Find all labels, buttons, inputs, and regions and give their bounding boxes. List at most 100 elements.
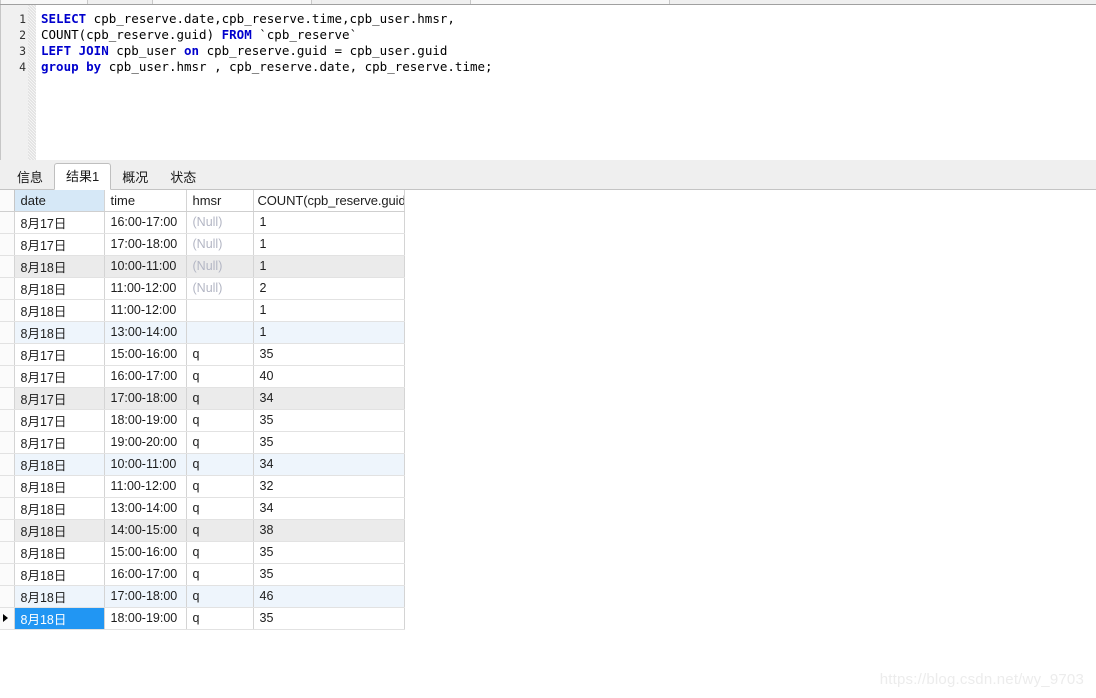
cell-hmsr[interactable]: q [186,365,254,388]
cell-count[interactable]: 34 [253,387,405,410]
cell-date[interactable]: 8月17日 [14,343,105,366]
cell-time[interactable]: 11:00-12:00 [104,299,187,322]
cell-count[interactable]: 38 [253,519,405,542]
cell-time[interactable]: 10:00-11:00 [104,255,187,278]
cell-hmsr[interactable]: q [186,519,254,542]
cell-date[interactable]: 8月17日 [14,387,105,410]
cell-date[interactable]: 8月17日 [14,233,105,256]
row-gutter-cell[interactable] [0,277,15,300]
result-tab-4[interactable]: 状态 [159,166,207,190]
table-row[interactable]: 8月18日 13:00-14:00 1 [0,321,405,344]
table-row[interactable]: 8月17日 16:00-17:00 (Null) 1 [0,211,405,234]
result-tab-2[interactable]: 结果1 [54,163,112,190]
cell-date[interactable]: 8月18日 [14,299,105,322]
cell-date[interactable]: 8月18日 [14,475,105,498]
table-row[interactable]: 8月17日 15:00-16:00 q 35 [0,343,405,366]
table-row[interactable]: 8月18日 11:00-12:00 q 32 [0,475,405,498]
cell-count[interactable]: 35 [253,541,405,564]
cell-date[interactable]: 8月18日 [14,497,105,520]
cell-time[interactable]: 13:00-14:00 [104,321,187,344]
table-row[interactable]: 8月17日 19:00-20:00 q 35 [0,431,405,454]
cell-time[interactable]: 11:00-12:00 [104,277,187,300]
table-row[interactable]: 8月18日 13:00-14:00 q 34 [0,497,405,520]
table-row[interactable]: 8月17日 18:00-19:00 q 35 [0,409,405,432]
row-gutter-cell[interactable] [0,387,15,410]
row-gutter-cell[interactable] [0,607,15,630]
table-row[interactable]: 8月18日 15:00-16:00 q 35 [0,541,405,564]
cell-time[interactable]: 17:00-18:00 [104,387,187,410]
cell-hmsr[interactable]: q [186,607,254,630]
row-gutter-cell[interactable] [0,431,15,454]
cell-time[interactable]: 17:00-18:00 [104,585,187,608]
cell-hmsr[interactable]: (Null) [186,211,254,234]
cell-time[interactable]: 10:00-11:00 [104,453,187,476]
cell-time[interactable]: 13:00-14:00 [104,497,187,520]
cell-count[interactable]: 34 [253,497,405,520]
cell-count[interactable]: 2 [253,277,405,300]
cell-time[interactable]: 19:00-20:00 [104,431,187,454]
cell-date[interactable]: 8月18日 [14,519,105,542]
table-row[interactable]: 8月18日 11:00-12:00 (Null) 2 [0,277,405,300]
table-row[interactable]: 8月18日 10:00-11:00 (Null) 1 [0,255,405,278]
table-row[interactable]: 8月17日 16:00-17:00 q 40 [0,365,405,388]
cell-count[interactable]: 40 [253,365,405,388]
result-grid-scroll-area[interactable]: date time hmsr COUNT(cpb_reserve.guid 8月17日… [0,190,1096,698]
row-gutter-cell[interactable] [0,519,15,542]
cell-hmsr[interactable]: (Null) [186,277,254,300]
table-row[interactable]: 8月18日 18:00-19:00 q 35 [0,607,405,630]
result-grid[interactable]: date time hmsr COUNT(cpb_reserve.guid 8月17日… [0,190,405,630]
cell-hmsr[interactable]: q [186,453,254,476]
cell-time[interactable]: 18:00-19:00 [104,607,187,630]
table-row[interactable]: 8月18日 10:00-11:00 q 34 [0,453,405,476]
cell-hmsr[interactable]: q [186,343,254,366]
row-gutter-cell[interactable] [0,541,15,564]
cell-count[interactable]: 1 [253,233,405,256]
row-gutter-cell[interactable] [0,233,15,256]
cell-count[interactable]: 32 [253,475,405,498]
table-row[interactable]: 8月17日 17:00-18:00 q 34 [0,387,405,410]
cell-date[interactable]: 8月18日 [14,541,105,564]
cell-date[interactable]: 8月18日 [14,321,105,344]
cell-date[interactable]: 8月17日 [14,409,105,432]
table-row[interactable]: 8月18日 11:00-12:00 1 [0,299,405,322]
row-gutter-cell[interactable] [0,563,15,586]
cell-count[interactable]: 35 [253,607,405,630]
column-header-date[interactable]: date [14,190,105,212]
cell-date[interactable]: 8月18日 [14,607,105,630]
table-row[interactable]: 8月18日 16:00-17:00 q 35 [0,563,405,586]
cell-count[interactable]: 46 [253,585,405,608]
row-gutter-cell[interactable] [0,497,15,520]
row-gutter-cell[interactable] [0,321,15,344]
cell-time[interactable]: 15:00-16:00 [104,343,187,366]
cell-hmsr[interactable]: q [186,475,254,498]
column-header-time[interactable]: time [104,190,187,212]
cell-count[interactable]: 1 [253,299,405,322]
cell-date[interactable]: 8月17日 [14,431,105,454]
cell-count[interactable]: 35 [253,343,405,366]
cell-date[interactable]: 8月18日 [14,255,105,278]
cell-hmsr[interactable]: q [186,387,254,410]
cell-time[interactable]: 18:00-19:00 [104,409,187,432]
cell-hmsr[interactable]: q [186,431,254,454]
cell-hmsr[interactable]: q [186,497,254,520]
row-gutter-cell[interactable] [0,585,15,608]
cell-count[interactable]: 35 [253,563,405,586]
cell-date[interactable]: 8月18日 [14,277,105,300]
cell-time[interactable]: 17:00-18:00 [104,233,187,256]
row-gutter-cell[interactable] [0,365,15,388]
row-gutter-cell[interactable] [0,211,15,234]
row-gutter-cell[interactable] [0,343,15,366]
sql-code-text[interactable]: SELECT cpb_reserve.date,cpb_reserve.time… [41,11,493,75]
cell-time[interactable]: 16:00-17:00 [104,365,187,388]
cell-count[interactable]: 1 [253,211,405,234]
cell-hmsr[interactable]: (Null) [186,255,254,278]
cell-hmsr[interactable] [186,321,254,344]
cell-date[interactable]: 8月18日 [14,453,105,476]
cell-time[interactable]: 16:00-17:00 [104,563,187,586]
cell-count[interactable]: 35 [253,431,405,454]
cell-date[interactable]: 8月18日 [14,585,105,608]
row-gutter-cell[interactable] [0,409,15,432]
cell-time[interactable]: 16:00-17:00 [104,211,187,234]
sql-editor-pane[interactable]: 1 2 3 4 SELECT cpb_reserve.date,cpb_reserve… [0,5,1096,160]
cell-date[interactable]: 8月17日 [14,211,105,234]
